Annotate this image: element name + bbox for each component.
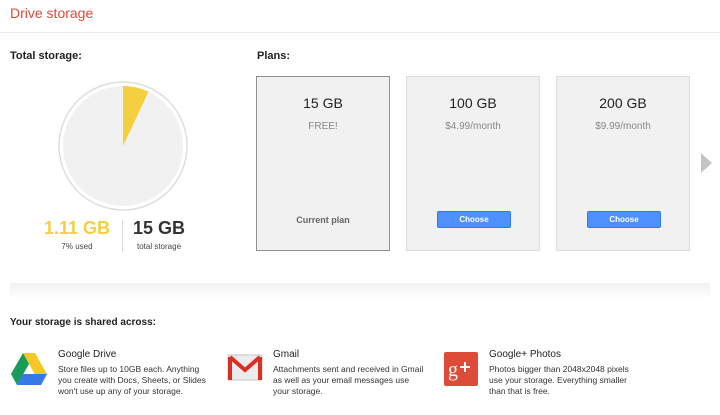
plan-size: 15 GB: [303, 95, 343, 111]
plan-price: $9.99/month: [595, 121, 651, 132]
plans-heading: Plans:: [257, 50, 291, 62]
service-title-gmail: Gmail: [273, 349, 300, 360]
plan-size: 100 GB: [449, 95, 497, 111]
service-desc-photos: Photos bigger than 2048x2048 pixels use …: [489, 364, 629, 396]
total-amount: 15 GB: [132, 218, 186, 238]
storage-pie-chart: [57, 80, 189, 212]
choose-200gb-button[interactable]: Choose: [587, 211, 661, 228]
service-desc-drive: Store files up to 10GB each. Anything yo…: [58, 364, 206, 396]
current-plan-label: Current plan: [296, 215, 350, 225]
svg-text:g: g: [448, 359, 458, 381]
total-storage-heading: Total storage:: [10, 50, 82, 62]
choose-100gb-button[interactable]: Choose: [437, 211, 511, 228]
section-divider-band: [10, 283, 710, 297]
used-percent-label: 7% used: [61, 242, 93, 251]
chevron-right-icon[interactable]: [701, 153, 712, 173]
gmail-icon: [227, 354, 263, 381]
used-amount: 1.11 GB: [43, 218, 111, 238]
service-title-photos: Google+ Photos: [489, 349, 561, 360]
plan-price: FREE!: [308, 121, 338, 132]
service-title-drive: Google Drive: [58, 349, 117, 360]
title-divider: [0, 32, 720, 33]
google-plus-icon: g: [444, 352, 478, 386]
total-storage-label: total storage: [136, 242, 182, 251]
service-desc-gmail: Attachments sent and received in Gmail a…: [273, 364, 424, 396]
plan-size: 200 GB: [599, 95, 647, 111]
plan-card-15gb: 15 GB FREE! Current plan: [256, 76, 390, 251]
plan-card-200gb: 200 GB $9.99/month Choose: [556, 76, 690, 251]
stat-divider: [122, 220, 123, 252]
page-title: Drive storage: [10, 5, 94, 21]
google-drive-icon: [11, 353, 47, 385]
plan-card-100gb: 100 GB $4.99/month Choose: [406, 76, 540, 251]
shared-heading: Your storage is shared across:: [10, 317, 156, 328]
plan-price: $4.99/month: [445, 121, 501, 132]
